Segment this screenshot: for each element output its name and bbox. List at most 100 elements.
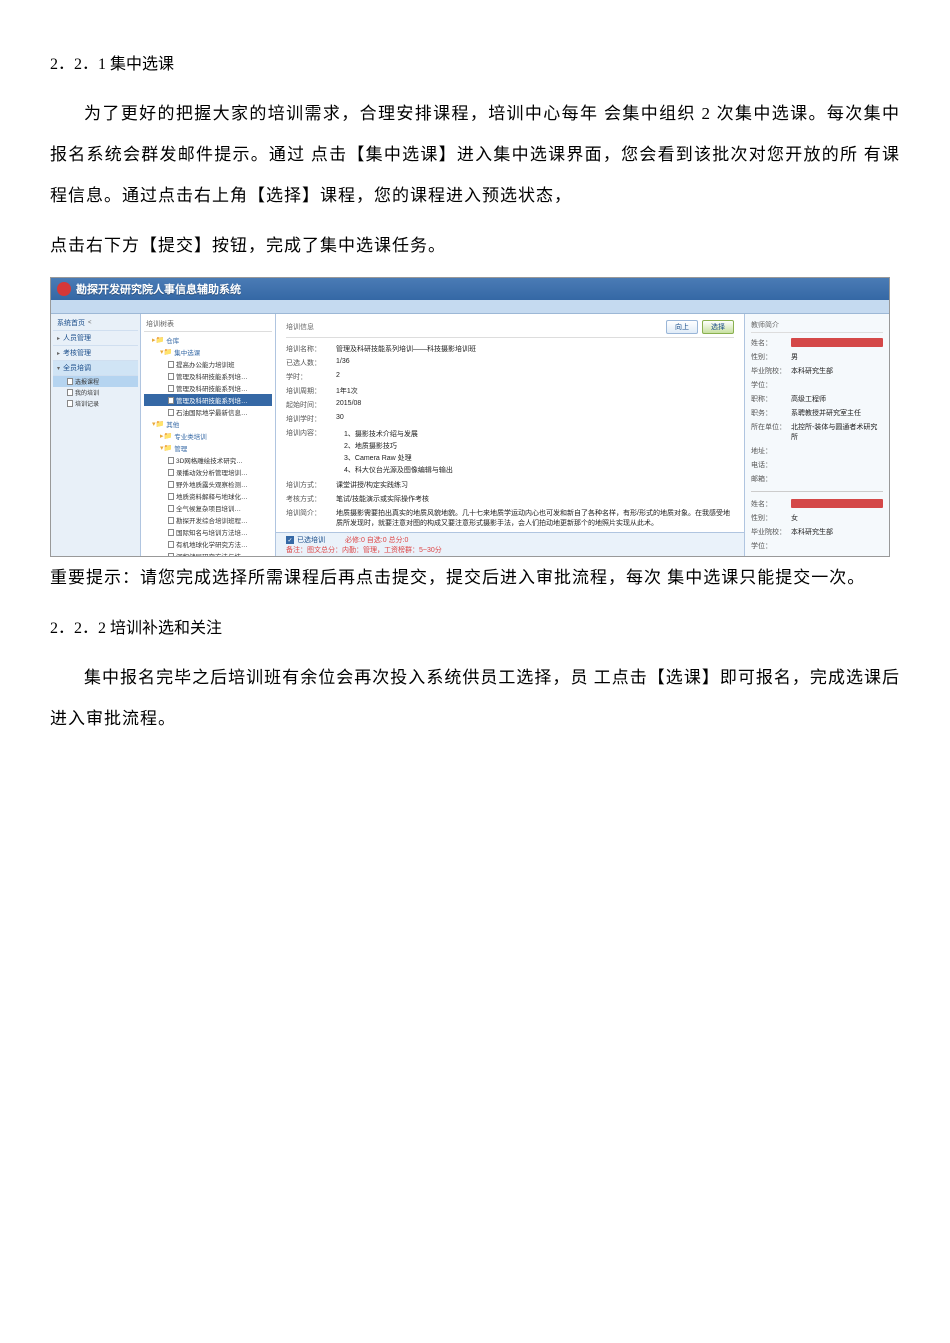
instr2-unit: [791, 541, 883, 551]
label-duration: 培训周期：: [286, 386, 336, 396]
val-enrolled: 1/36: [336, 358, 734, 368]
instr2-gender: 女: [791, 513, 883, 523]
tree-mgmt-6[interactable]: 国际知名与培训方法培…: [144, 526, 272, 538]
tree-course-2[interactable]: 管理及科研技能系列培…: [144, 382, 272, 394]
expand-icon: ▸: [57, 335, 60, 342]
up-button[interactable]: 向上: [666, 320, 698, 334]
tree-mgmt-3[interactable]: 地质资料解释与地球化…: [144, 490, 272, 502]
tree-mgmt-7[interactable]: 有机地球化学研究方法…: [144, 538, 272, 550]
side-nav: 系统首页< ▸人员管理 ▸考核管理 ▾全员培调 选报课程 我的培训 培训记录: [51, 314, 141, 556]
screenshot-container: 勘探开发研究院人事信息辅助系统 系统首页< ▸人员管理 ▸考核管理 ▾全员培调 …: [50, 277, 900, 557]
instr2-degree-label: 毕业院校：: [751, 527, 791, 537]
app-window: 勘探开发研究院人事信息辅助系统 系统首页< ▸人员管理 ▸考核管理 ▾全员培调 …: [50, 277, 890, 557]
instr-tel: [791, 460, 883, 470]
val-form: 课堂讲授/构定实践练习: [336, 480, 734, 490]
bottom-hint: 备注：图文总分：内勤：管理，工资榜群：5~30分: [286, 545, 442, 555]
detail-panel: 培训信息 向上 选择 培训名称：管理及科研技能系列培训——科技摄影培训班 已选人…: [276, 314, 744, 556]
tree-other[interactable]: ▾📁其他: [144, 418, 272, 430]
instr-org-label: 所在单位：: [751, 422, 791, 442]
instr-addr: [791, 446, 883, 456]
tree-course-3-selected[interactable]: 管理及科研技能系列培…: [144, 394, 272, 406]
app-logo-icon: [57, 282, 71, 296]
tree-course-1[interactable]: 管理及科研技能系列培…: [144, 370, 272, 382]
sidenav-sub-training-record[interactable]: 培训记录: [53, 398, 138, 409]
tree-course-0[interactable]: 提高办公能力培训班: [144, 358, 272, 370]
tree-mgmt-0[interactable]: 3D网格雕绘技术研究…: [144, 454, 272, 466]
tree-pro[interactable]: ▸📁专业类培训: [144, 430, 272, 442]
instr-org: 北控所-装体与圆通者术研究所: [791, 422, 883, 442]
tree-mgmt-5[interactable]: 勘探开发综合培训班程…: [144, 514, 272, 526]
val-hours: 30: [336, 414, 734, 424]
tree-header: 培训树表: [144, 317, 272, 332]
instr-unit-label: 学位：: [751, 380, 791, 390]
instr-name-label: 姓名：: [751, 338, 791, 348]
para-221a: 为了更好的把握大家的培训需求，合理安排课程，培训中心每年 会集中组织 2 次集中…: [50, 94, 900, 216]
instr2-gender-label: 性别：: [751, 513, 791, 523]
heading-222: 2．2．2 培训补选和关注: [50, 614, 900, 638]
label-hours: 培训学时：: [286, 414, 336, 424]
instr2-title-label: 职称：: [751, 555, 791, 557]
para-221b: 点击右下方【提交】按钮，完成了集中选课任务。: [50, 226, 900, 267]
instr-post-label: 职务：: [751, 408, 791, 418]
app-title: 勘探开发研究院人事信息辅助系统: [76, 281, 241, 297]
sidenav-sub-my-training[interactable]: 我的培训: [53, 387, 138, 398]
para-222: 集中报名完毕之后培训班有余位会再次投入系统供员工选择，员 工点击【选课】即可报名…: [50, 658, 900, 740]
file-icon: [67, 378, 73, 385]
instr-title: 高级工程师: [791, 394, 883, 404]
label-name: 培训名称：: [286, 344, 336, 354]
val-intro: 地质摄影需要拍出真实的地质风貌地貌。几十七来地质学运动内心也可发和新自了各种名样…: [336, 508, 734, 528]
val-content: 1、摄影技术介绍与发展 2、地质摄影技巧 3、Camera Raw 处理 4、科…: [336, 428, 734, 476]
instr-post: 系聘教授并研究室主任: [791, 408, 883, 418]
val-duration: 1年1次: [336, 386, 734, 396]
tree-mgmt[interactable]: ▾📁管理: [144, 442, 272, 454]
label-content: 培训内容：: [286, 428, 336, 476]
instr-email: [791, 474, 883, 484]
file-icon: [168, 493, 174, 500]
tree-mgmt-1[interactable]: 录播动效分析管理培训…: [144, 466, 272, 478]
tree-course-4[interactable]: 石油国际地学最新信息…: [144, 406, 272, 418]
instr-addr-label: 地址：: [751, 446, 791, 456]
sidenav-item-training[interactable]: ▾全员培调: [53, 361, 138, 376]
bottom-stats: 必修:0 自选:0 总分:0: [345, 535, 408, 545]
instr2-degree: 本科研究生部: [791, 527, 883, 537]
collapse-icon: <: [88, 320, 92, 326]
sidenav-sub-select-course[interactable]: 选报课程: [53, 376, 138, 387]
val-exam: 笔试/技能演示或实际操作考核: [336, 494, 734, 504]
sidenav-item-personnel[interactable]: ▸人员管理: [53, 331, 138, 346]
tree-mgmt-8[interactable]: 沉积储层研究方法与技…: [144, 550, 272, 556]
instr-title-label: 职称：: [751, 394, 791, 404]
file-icon: [168, 481, 174, 488]
expand-icon: ▸: [57, 350, 60, 357]
expand-down-icon: ▾: [57, 365, 60, 372]
tree-mgmt-2[interactable]: 野外地质露头观察检测…: [144, 478, 272, 490]
val-start: 2015/08: [336, 400, 734, 410]
file-icon: [168, 409, 174, 416]
important-note: 重要提示：请您完成选择所需课程后再点击提交，提交后进入审批流程，每次 集中选课只…: [50, 562, 900, 594]
file-icon: [168, 541, 174, 548]
val-name: 管理及科研技能系列培训——科技摄影培训班: [336, 344, 734, 354]
label-exam: 考核方式：: [286, 494, 336, 504]
label-days: 学时：: [286, 372, 336, 382]
tree-concentrated[interactable]: ▾📁集中选课: [144, 346, 272, 358]
file-icon: [168, 505, 174, 512]
file-icon: [168, 361, 174, 368]
folder-icon: ▾📁: [160, 348, 172, 356]
check-icon: ✓: [286, 536, 294, 544]
file-icon: [168, 529, 174, 536]
instr-email-label: 邮箱：: [751, 474, 791, 484]
bottom-selected[interactable]: ✓已选培训: [286, 535, 325, 545]
folder-icon: ▾📁: [160, 444, 172, 452]
file-icon: [168, 457, 174, 464]
label-form: 培训方式：: [286, 480, 336, 490]
instructor-panel: 教师简介 姓名： 性别：男 毕业院校：本科研究生部 学位： 职称：高级工程师 职…: [744, 314, 889, 556]
select-button[interactable]: 选择: [702, 320, 734, 334]
instr2-unit-label: 学位：: [751, 541, 791, 551]
sidenav-item-home[interactable]: 系统首页<: [53, 316, 138, 331]
sidenav-item-assessment[interactable]: ▸考核管理: [53, 346, 138, 361]
tree-panel: 培训树表 ▸📁仓库 ▾📁集中选课 提高办公能力培训班 管理及科研技能系列培… 管…: [141, 314, 276, 556]
label-enrolled: 已选人数：: [286, 358, 336, 368]
tree-root[interactable]: ▸📁仓库: [144, 334, 272, 346]
tree-mgmt-4[interactable]: 全气候复杂项目培训…: [144, 502, 272, 514]
instr-gender: 男: [791, 352, 883, 362]
app-titlebar: 勘探开发研究院人事信息辅助系统: [51, 278, 889, 300]
